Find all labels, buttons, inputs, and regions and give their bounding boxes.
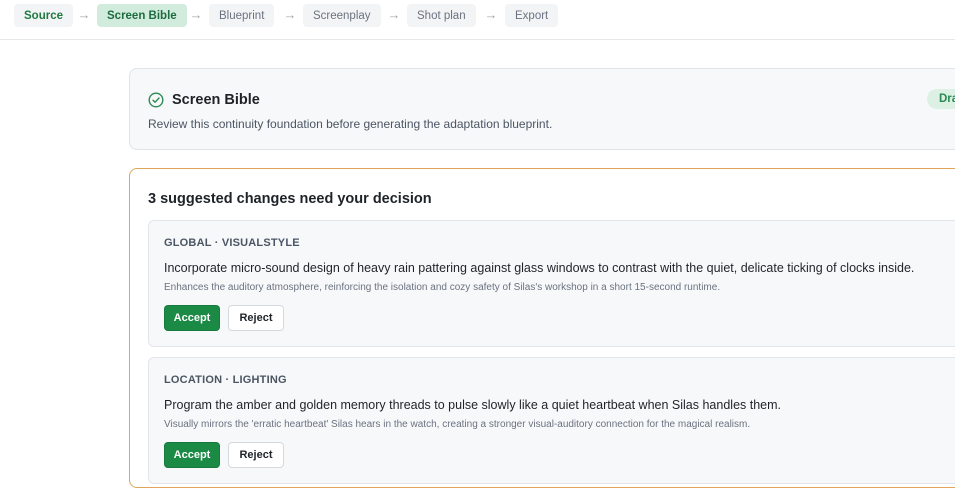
step-arrow-icon: → — [283, 7, 297, 22]
screen-bible-title-row: Screen Bible — [148, 90, 260, 110]
step-arrow-icon: → — [484, 7, 498, 22]
screen-bible-title: Screen Bible — [172, 92, 260, 108]
workflow-stepper: Source → Screen Bible → Blueprint → Scre… — [0, 0, 955, 40]
accept-button[interactable]: Accept — [164, 442, 220, 468]
step-source[interactable]: Source — [14, 4, 73, 27]
step-arrow-icon: → — [77, 7, 91, 22]
suggested-changes-heading: 3 suggested changes need your decision — [148, 191, 432, 207]
status-badge: Draft — [927, 89, 955, 109]
change-card: LOCATION · LIGHTING Program the amber an… — [148, 357, 955, 484]
change-description: Incorporate micro-sound design of heavy … — [164, 261, 915, 275]
screen-bible-subtitle: Review this continuity foundation before… — [148, 117, 553, 131]
change-description: Program the amber and golden memory thre… — [164, 398, 782, 412]
step-screen-bible[interactable]: Screen Bible — [97, 4, 187, 27]
step-export[interactable]: Export — [505, 4, 559, 27]
screen-bible-card: Screen Bible Review this continuity foun… — [129, 68, 955, 150]
step-arrow-icon: → — [189, 7, 203, 22]
change-card: GLOBAL · VISUALSTYLE Incorporate micro-s… — [148, 220, 955, 347]
change-rationale: Enhances the auditory atmosphere, reinfo… — [164, 282, 721, 293]
change-rationale: Visually mirrors the 'erratic heartbeat'… — [164, 419, 751, 430]
step-arrow-icon: → — [387, 7, 401, 22]
step-shot-plan[interactable]: Shot plan — [407, 4, 476, 27]
reject-button[interactable]: Reject — [228, 442, 284, 468]
check-circle-icon — [148, 92, 164, 108]
step-blueprint[interactable]: Blueprint — [209, 4, 275, 27]
reject-button[interactable]: Reject — [228, 305, 284, 331]
suggested-changes-panel: 3 suggested changes need your decision G… — [129, 168, 955, 488]
change-scope-tag: GLOBAL · VISUALSTYLE — [164, 237, 300, 249]
change-scope-tag: LOCATION · LIGHTING — [164, 374, 287, 386]
accept-button[interactable]: Accept — [164, 305, 220, 331]
step-screenplay[interactable]: Screenplay — [303, 4, 381, 27]
